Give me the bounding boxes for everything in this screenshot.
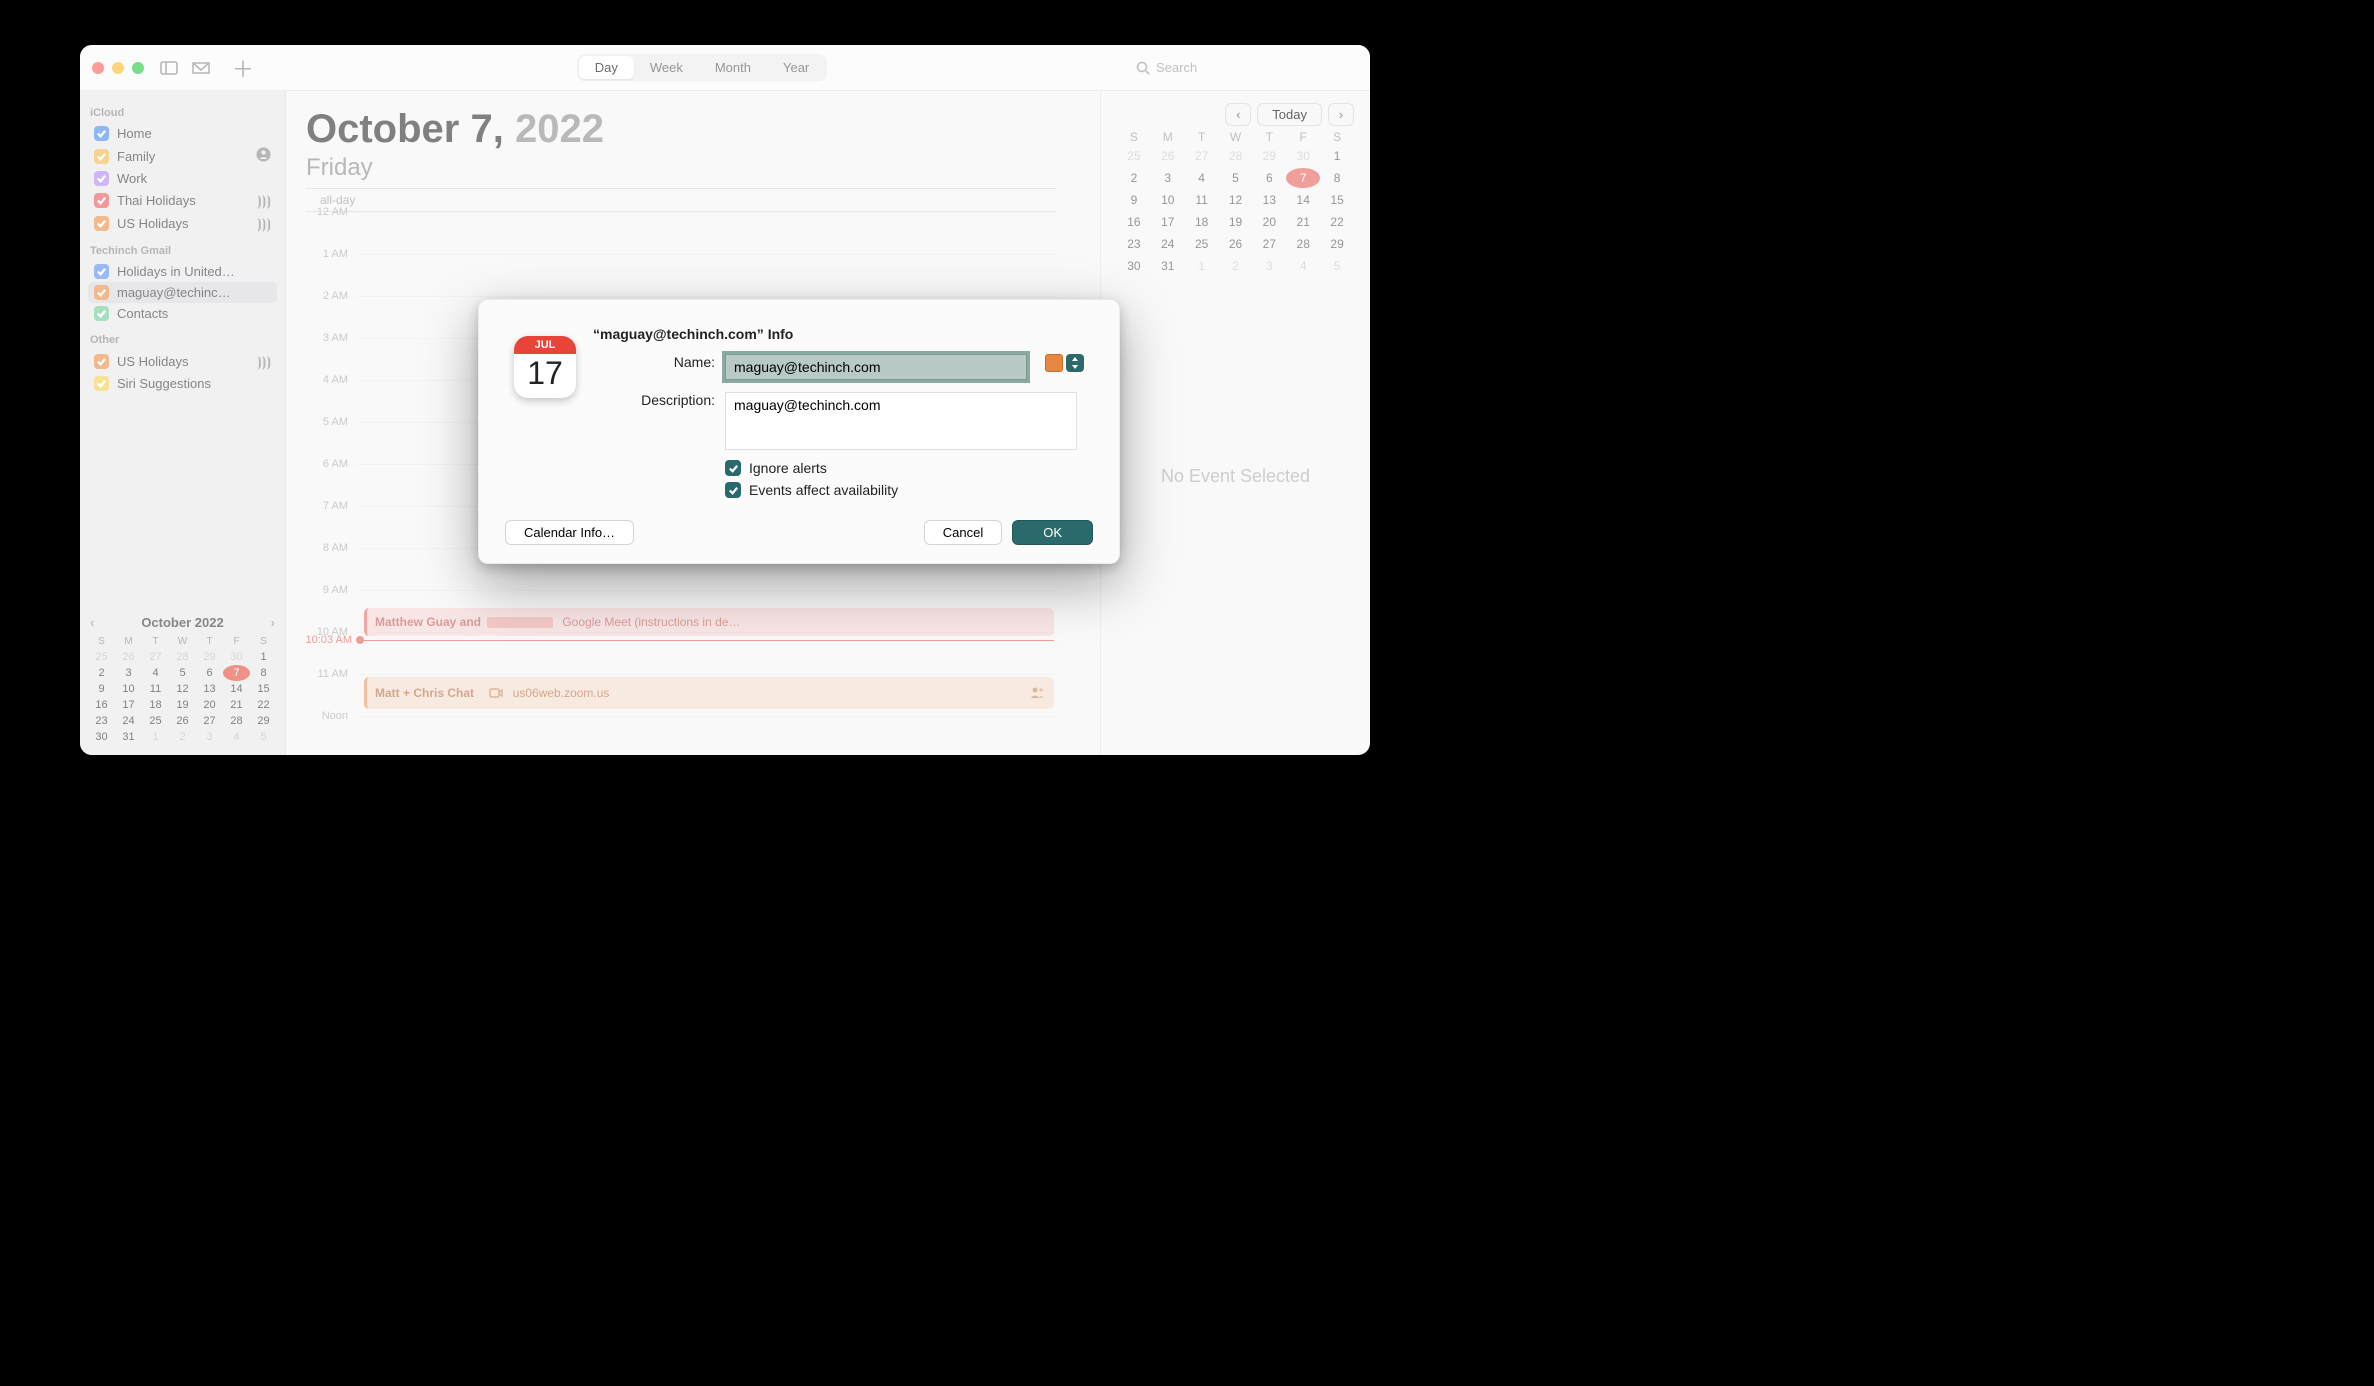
calendar-info-dialog: JUL 17 “maguay@techinch.com” Info Name: … [478, 299, 1120, 564]
ok-button[interactable]: OK [1012, 520, 1093, 545]
calendar-checkbox[interactable] [94, 285, 109, 300]
view-year-tab[interactable]: Year [767, 56, 825, 79]
attendee-icon [1030, 686, 1046, 698]
description-textarea[interactable]: maguay@techinch.com [725, 392, 1077, 450]
calendar-label: Work [117, 171, 147, 186]
calendar-checkbox[interactable] [94, 376, 109, 391]
calendar-event[interactable]: Matthew Guay and Google Meet (instructio… [364, 608, 1054, 636]
availability-checkbox[interactable] [725, 482, 741, 498]
all-day-row: all-day [306, 188, 1056, 212]
search-input[interactable]: Search [1128, 56, 1358, 79]
calendar-label: Siri Suggestions [117, 376, 211, 391]
shared-icon [256, 147, 271, 165]
calendar-checkbox[interactable] [94, 126, 109, 141]
view-segment: Day Week Month Year [577, 54, 828, 81]
month-grid[interactable]: SMTWTFS252627282930123456789101112131415… [1117, 130, 1354, 276]
calendar-item[interactable]: Contacts [88, 303, 277, 324]
hour-label: 11 AM [286, 668, 356, 680]
sidebar-group-header: iCloud [90, 107, 275, 119]
traffic-lights [92, 62, 144, 74]
calendar-color-swatch[interactable] [1045, 354, 1063, 372]
sidebar-toggle-icon[interactable] [158, 61, 180, 75]
calendar-item[interactable]: Family [88, 144, 277, 168]
view-week-tab[interactable]: Week [634, 56, 699, 79]
calendar-item[interactable]: maguay@techinc… [88, 282, 277, 303]
calendar-checkbox[interactable] [94, 216, 109, 231]
hour-label: 1 AM [286, 248, 356, 260]
close-window-button[interactable] [92, 62, 104, 74]
calendar-checkbox[interactable] [94, 264, 109, 279]
calendar-label: US Holidays [117, 216, 189, 231]
calendar-item[interactable]: US Holidays ⦘⦘⦘ [88, 350, 277, 373]
zoom-window-button[interactable] [132, 62, 144, 74]
calendar-label: Contacts [117, 306, 168, 321]
calendar-item[interactable]: Holidays in United… [88, 261, 277, 282]
view-day-tab[interactable]: Day [579, 56, 634, 79]
calendar-item[interactable]: US Holidays ⦘⦘⦘ [88, 212, 277, 235]
subscribed-icon: ⦘⦘⦘ [257, 353, 271, 370]
inbox-icon[interactable] [190, 61, 212, 75]
calendar-app-icon: JUL 17 [514, 336, 576, 398]
calendar-label: US Holidays [117, 354, 189, 369]
weekday-label: Friday [306, 154, 1056, 182]
calendar-checkbox[interactable] [94, 193, 109, 208]
hour-label: 3 AM [286, 332, 356, 344]
calendar-checkbox[interactable] [94, 171, 109, 186]
calendar-info-button[interactable]: Calendar Info… [505, 520, 634, 545]
calendar-checkbox[interactable] [94, 354, 109, 369]
mini-cal-title: October 2022 [141, 615, 223, 630]
color-picker-dropdown[interactable] [1066, 354, 1084, 372]
today-button[interactable]: Today [1257, 103, 1322, 126]
prev-period-button[interactable]: ‹ [1225, 103, 1251, 126]
hour-label: 8 AM [286, 542, 356, 554]
hour-label: 5 AM [286, 416, 356, 428]
mini-next-button[interactable]: › [271, 615, 275, 630]
toolbar: ＋ Day Week Month Year Search [80, 45, 1370, 91]
hour-label: Noon [286, 710, 356, 722]
calendar-item[interactable]: Work [88, 168, 277, 189]
minimize-window-button[interactable] [112, 62, 124, 74]
subscribed-icon: ⦘⦘⦘ [257, 215, 271, 232]
ignore-alerts-checkbox[interactable] [725, 460, 741, 476]
sidebar-group-header: Techinch Gmail [90, 245, 275, 257]
calendar-event[interactable]: Matt + Chris Chat us06web.zoom.us [364, 677, 1054, 709]
hour-label: 12 AM [286, 206, 356, 218]
subscribed-icon: ⦘⦘⦘ [257, 192, 271, 209]
availability-label: Events affect availability [749, 482, 898, 498]
hour-label: 6 AM [286, 458, 356, 470]
hour-label: 2 AM [286, 290, 356, 302]
calendar-item[interactable]: Home [88, 123, 277, 144]
calendar-label: Family [117, 149, 155, 164]
new-event-button[interactable]: ＋ [230, 55, 256, 81]
cancel-button[interactable]: Cancel [924, 520, 1002, 545]
calendar-label: maguay@techinc… [117, 285, 231, 300]
current-time-indicator: 10:03 AM [294, 634, 1054, 646]
date-title: October 7, 2022 [306, 107, 1056, 152]
calendar-checkbox[interactable] [94, 149, 109, 164]
video-icon [489, 688, 503, 698]
calendar-window: ＋ Day Week Month Year Search iCloud Home F… [80, 45, 1370, 755]
sidebar: iCloudHomeFamilyWorkThai Holidays⦘⦘⦘US H… [80, 91, 286, 755]
calendar-item[interactable]: Siri Suggestions [88, 373, 277, 394]
dialog-title: “maguay@techinch.com” Info [593, 326, 1093, 342]
hour-label: 7 AM [286, 500, 356, 512]
calendar-label: Home [117, 126, 152, 141]
search-icon [1136, 61, 1150, 75]
hour-label: 9 AM [286, 584, 356, 596]
right-pane: ‹ Today › SMTWTFS25262728293012345678910… [1100, 91, 1370, 755]
sidebar-group-header: Other [90, 334, 275, 346]
ignore-alerts-label: Ignore alerts [749, 460, 827, 476]
no-event-label: No Event Selected [1117, 466, 1354, 487]
calendar-label: Holidays in United… [117, 264, 235, 279]
next-period-button[interactable]: › [1328, 103, 1354, 126]
name-input[interactable] [725, 354, 1027, 380]
calendar-item[interactable]: Thai Holidays ⦘⦘⦘ [88, 189, 277, 212]
calendar-checkbox[interactable] [94, 306, 109, 321]
sidebar-mini-calendar[interactable]: ‹October 2022›SMTWTFS2526272829301234567… [88, 611, 277, 745]
mini-prev-button[interactable]: ‹ [90, 615, 94, 630]
search-placeholder: Search [1156, 60, 1197, 75]
view-month-tab[interactable]: Month [699, 56, 767, 79]
hour-label: 4 AM [286, 374, 356, 386]
calendar-label: Thai Holidays [117, 193, 196, 208]
